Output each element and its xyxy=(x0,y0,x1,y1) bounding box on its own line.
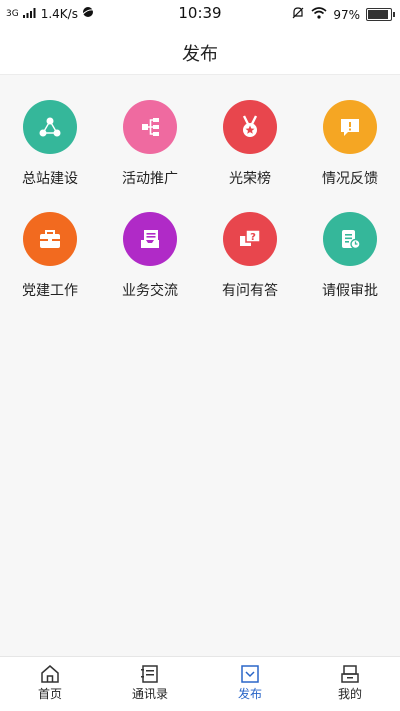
tab-label: 我的 xyxy=(337,687,362,701)
question-chat-icon: ? xyxy=(223,212,277,266)
svg-text:?: ? xyxy=(250,232,256,243)
contacts-icon xyxy=(100,663,200,685)
wifi-icon xyxy=(311,7,327,22)
grid-item-label: 光荣榜 xyxy=(229,171,271,187)
grid-item-zongzhan[interactable]: 总站建设 xyxy=(0,100,100,200)
grid-item-label: 活动推广 xyxy=(122,171,178,187)
profile-icon xyxy=(300,663,400,685)
grid-item-yewu[interactable]: 业务交流 xyxy=(100,212,200,312)
grid-item-guangrongbang[interactable]: 光荣榜 xyxy=(200,100,300,200)
tab-label: 发布 xyxy=(237,687,262,701)
bottom-tab-bar: 首页 通讯录 发布 我的 xyxy=(0,656,400,711)
battery-percent: 97% xyxy=(333,7,360,22)
grid-item-label: 情况反馈 xyxy=(322,171,378,187)
grid-item-dangjian[interactable]: 党建工作 xyxy=(0,212,100,312)
grid-item-label: 请假审批 xyxy=(322,283,378,299)
share-icon xyxy=(23,100,77,154)
tab-home[interactable]: 首页 xyxy=(0,657,100,711)
briefcase-icon xyxy=(23,212,77,266)
mute-icon xyxy=(291,6,305,23)
grid-item-label: 总站建设 xyxy=(22,171,78,187)
home-icon xyxy=(0,663,100,685)
hierarchy-icon xyxy=(123,100,177,154)
grid-item-label: 业务交流 xyxy=(122,283,178,299)
medal-icon xyxy=(223,100,277,154)
publish-icon xyxy=(200,663,300,685)
grid-item-qingjia[interactable]: 请假审批 xyxy=(300,212,400,312)
grid-item-label: 党建工作 xyxy=(22,283,78,299)
tab-label: 通讯录 xyxy=(131,687,168,701)
alert-message-icon xyxy=(323,100,377,154)
grid-item-qingkuang[interactable]: 情况反馈 xyxy=(300,100,400,200)
tab-publish[interactable]: 发布 xyxy=(200,657,300,711)
grid-item-label: 有问有答 xyxy=(222,283,278,299)
tab-contacts[interactable]: 通讯录 xyxy=(100,657,200,711)
battery-icon xyxy=(366,8,395,21)
status-right: 97% xyxy=(291,6,395,23)
app-header: 发布 xyxy=(0,28,400,75)
inbox-icon xyxy=(123,212,177,266)
tab-mine[interactable]: 我的 xyxy=(300,657,400,711)
grid-item-youwen[interactable]: ? 有问有答 xyxy=(200,212,300,312)
page-title: 发布 xyxy=(182,44,218,65)
status-bar: 3G 1.4K/s 10:39 97% xyxy=(0,0,400,28)
form-clock-icon xyxy=(323,212,377,266)
tab-label: 首页 xyxy=(37,687,62,701)
grid-item-huodong[interactable]: 活动推广 xyxy=(100,100,200,200)
